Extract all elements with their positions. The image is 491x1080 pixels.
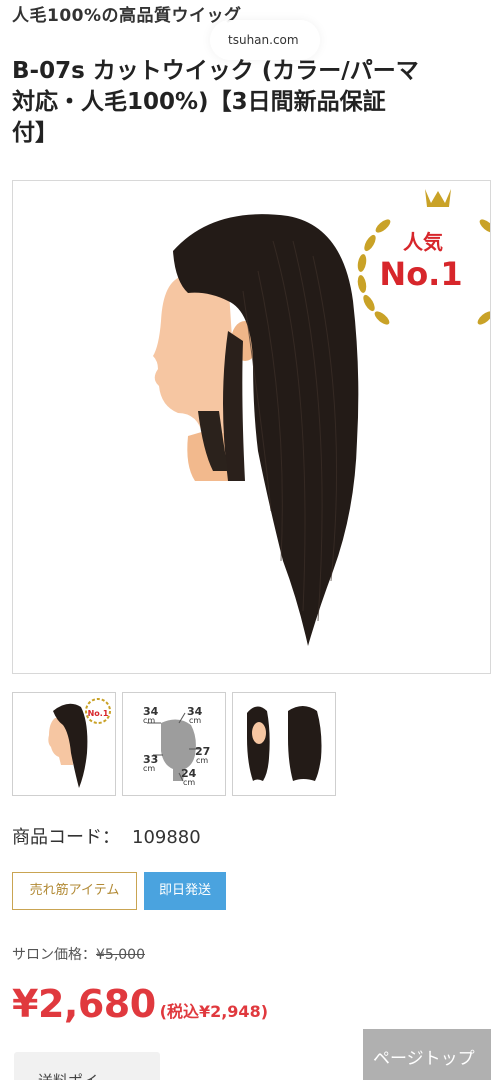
salon-price-value: ¥5,000: [96, 947, 145, 963]
measure-unit: cm: [196, 756, 208, 765]
measure-unit: cm: [183, 778, 195, 787]
same-day-shipping-badge: 即日発送: [144, 872, 226, 910]
sale-price-value: ¥2,680: [12, 982, 156, 1026]
product-code-value: 109880: [132, 827, 201, 848]
main-product-image[interactable]: 人気 No.1: [12, 180, 491, 674]
product-code: 商品コード： 109880: [12, 823, 201, 849]
measure-unit: cm: [189, 716, 201, 725]
product-title: B-07s カットウイック (カラー/パーマ 対応・人毛100%)【3日間新品保…: [12, 56, 491, 149]
measure-unit: cm: [143, 716, 155, 725]
thumb-rank-label: No.1: [88, 709, 109, 718]
product-title-line: 対応・人毛100%)【3日間新品保証: [12, 89, 386, 115]
sale-price: ¥2,680 (税込¥2,948): [12, 982, 268, 1026]
page-subtitle: 人毛100%の高品質ウイッグ: [12, 6, 242, 26]
wig-mannequin-image: 人気 No.1: [153, 189, 490, 646]
sale-price-tax: (税込¥2,948): [159, 1002, 269, 1021]
rank-label: No.1: [379, 255, 462, 293]
product-code-label: 商品コード：: [12, 827, 120, 848]
bestseller-badge: 売れ筋アイテム: [12, 872, 137, 910]
measure-unit: cm: [143, 764, 155, 773]
page-top-button[interactable]: ページトップ: [363, 1029, 491, 1080]
salon-price-label: サロン価格：: [12, 947, 96, 963]
product-title-line: B-07s カットウイック (カラー/パーマ: [12, 58, 419, 84]
popularity-label: 人気: [403, 230, 443, 254]
thumb-front-back[interactable]: [232, 692, 336, 796]
url-bar[interactable]: tsuhan.com: [210, 20, 320, 60]
product-title-line: 付】: [12, 120, 58, 146]
thumb-side-view[interactable]: No.1: [12, 692, 116, 796]
salon-price: サロン価格：¥5,000: [12, 944, 145, 964]
shipping-points-button[interactable]: 送料ポイ: [14, 1052, 160, 1080]
thumb-measurements[interactable]: 34 34 33 27 24 cm cm cm cm cm: [122, 692, 226, 796]
